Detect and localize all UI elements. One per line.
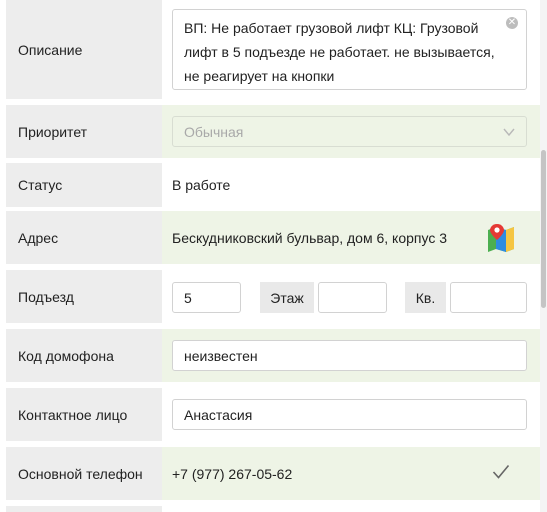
address-value: Бескудниковский бульвар, дом 6, корпус 3	[172, 229, 448, 246]
clear-icon[interactable]: ✕	[506, 17, 518, 29]
scrollbar-thumb[interactable]	[541, 150, 546, 308]
contact-input[interactable]: Анастасия	[172, 399, 527, 430]
apartment-label: Кв.	[405, 282, 446, 313]
contact-label: Контактное лицо	[6, 388, 162, 441]
address-row: Адрес Бескудниковский бульвар, дом 6, ко…	[6, 211, 540, 264]
entrance-label: Подъезд	[6, 270, 162, 323]
priority-select[interactable]: Обычная	[172, 116, 527, 147]
phone-value: +7 (977) 267-05-62	[172, 465, 293, 482]
address-cell: Бескудниковский бульвар, дом 6, корпус 3	[162, 211, 540, 264]
description-text: ВП: Не работает грузовой лифт КЦ: Грузов…	[184, 20, 495, 84]
apartment-input[interactable]	[450, 282, 527, 313]
status-value: В работе	[172, 177, 231, 193]
next-row-label	[6, 506, 162, 512]
phone-label: Основной телефон	[6, 447, 162, 500]
status-label: Статус	[6, 163, 162, 207]
phone-row: Основной телефон +7 (977) 267-05-62	[6, 447, 540, 500]
entrance-input[interactable]: 5	[172, 282, 241, 313]
intercom-input-value: неизвестен	[184, 347, 258, 364]
floor-label: Этаж	[260, 282, 314, 313]
map-icon[interactable]	[486, 222, 516, 254]
chevron-down-icon	[503, 128, 515, 137]
intercom-row: Код домофона неизвестен	[6, 329, 540, 382]
priority-placeholder: Обычная	[184, 123, 244, 140]
contact-row: Контактное лицо Анастасия	[6, 388, 540, 441]
status-row: Статус В работе	[6, 163, 540, 207]
description-row: Описание ВП: Не работает грузовой лифт К…	[6, 0, 540, 99]
entrance-row: Подъезд 5 Этаж Кв.	[6, 270, 540, 323]
next-row	[6, 506, 540, 512]
priority-label: Приоритет	[6, 105, 162, 158]
phone-cell: +7 (977) 267-05-62	[162, 447, 540, 500]
contact-input-value: Анастасия	[184, 406, 253, 423]
entrance-input-value: 5	[184, 289, 192, 306]
intercom-label: Код домофона	[6, 329, 162, 382]
floor-input[interactable]	[318, 282, 387, 313]
check-icon	[492, 464, 510, 479]
intercom-input[interactable]: неизвестен	[172, 340, 527, 371]
description-textarea[interactable]: ВП: Не работает грузовой лифт КЦ: Грузов…	[172, 9, 527, 90]
priority-row: Приоритет Обычная	[6, 105, 540, 158]
address-label: Адрес	[6, 211, 162, 264]
description-label: Описание	[6, 0, 162, 99]
